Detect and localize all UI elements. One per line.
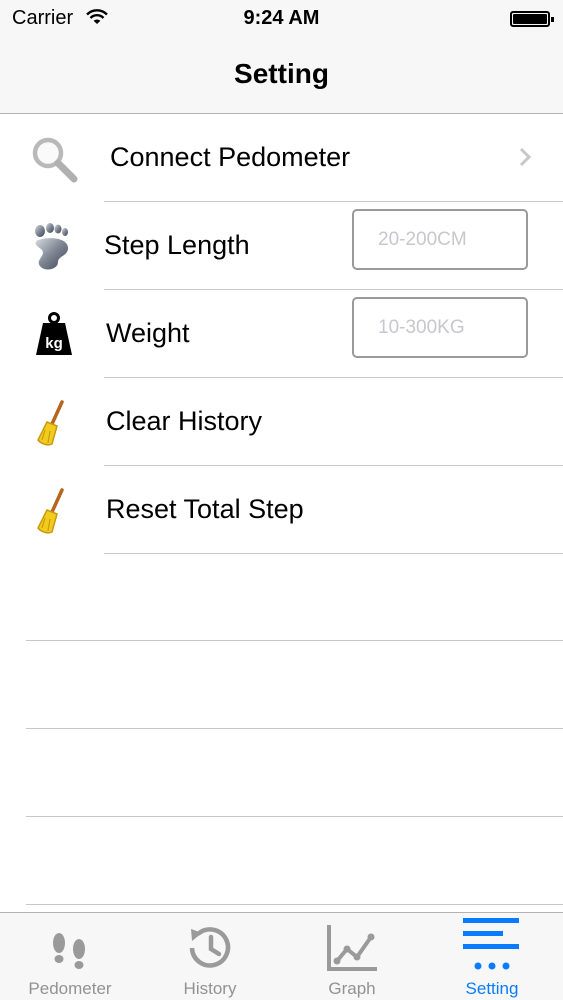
reset-total-step-label: Reset Total Step [106, 494, 304, 524]
connect-pedometer-row[interactable]: Connect Pedometer [0, 114, 563, 202]
clear-history-label: Clear History [106, 406, 263, 436]
kg-weight-icon: kg [28, 310, 80, 362]
step-length-input[interactable] [352, 209, 528, 270]
chevron-right-icon [518, 146, 532, 173]
empty-row-divider [26, 816, 563, 817]
broom-icon [28, 486, 80, 538]
step-length-label: Step Length [104, 230, 250, 260]
tab-setting[interactable]: Setting [422, 913, 562, 1000]
tab-bar: Pedometer History Graph Setting [0, 912, 563, 1000]
empty-row-divider [26, 640, 563, 641]
navigation-bar: Setting [0, 38, 563, 114]
footprints-icon [0, 921, 140, 975]
tab-history[interactable]: History [140, 913, 280, 1000]
footprint-icon [28, 222, 80, 274]
line-graph-icon [282, 921, 422, 975]
status-time: 9:24 AM [243, 7, 320, 29]
tab-setting-label: Setting [465, 979, 519, 998]
empty-row-divider [26, 904, 563, 905]
tab-graph-label: Graph [328, 979, 376, 998]
row-divider [104, 553, 563, 554]
status-bar: Carrier 9:24 AM [0, 0, 563, 38]
svg-text:kg: kg [45, 335, 63, 352]
page-title: Setting [234, 58, 329, 89]
broom-icon [28, 398, 80, 450]
tab-pedometer[interactable]: Pedometer [0, 913, 140, 1000]
weight-row: kg Weight [0, 290, 563, 378]
search-icon [28, 134, 80, 186]
clear-history-row[interactable]: Clear History [0, 378, 563, 466]
weight-input[interactable] [352, 297, 528, 358]
battery-icon [510, 11, 554, 27]
tab-history-label: History [183, 979, 237, 998]
connect-pedometer-label: Connect Pedometer [110, 142, 351, 172]
history-clock-icon [140, 921, 280, 975]
empty-row-divider [26, 728, 563, 729]
reset-total-step-row[interactable]: Reset Total Step [0, 466, 563, 554]
weight-label: Weight [106, 318, 190, 348]
tab-pedometer-label: Pedometer [28, 979, 112, 998]
tab-graph[interactable]: Graph [282, 913, 422, 1000]
settings-list-icon [422, 918, 562, 975]
step-length-row: Step Length [0, 202, 563, 290]
